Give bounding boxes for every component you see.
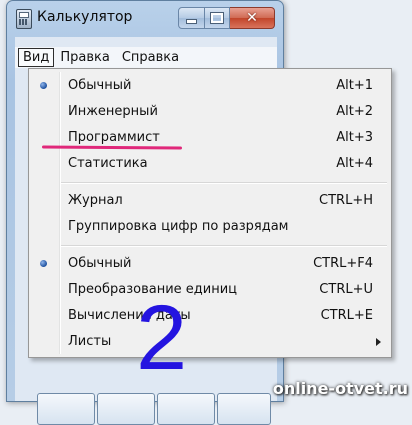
- menu-item-history[interactable]: Журнал CTRL+H: [31, 189, 389, 213]
- menu-view[interactable]: Вид: [18, 48, 55, 67]
- window-controls: ✕: [178, 7, 275, 29]
- calculator-app-icon[interactable]: [16, 9, 32, 29]
- calculator-key[interactable]: [97, 393, 155, 425]
- menu-item-label: Инженерный: [68, 104, 158, 119]
- menu-help[interactable]: Справка: [116, 48, 185, 67]
- minimize-icon: [186, 18, 197, 24]
- menu-item-label: Листы: [68, 334, 112, 349]
- window-title: Калькулятор: [37, 9, 133, 25]
- menu-item-label: Журнал: [68, 193, 123, 208]
- menu-item-shortcut: Alt+3: [336, 130, 373, 145]
- menu-item-label: Обычный: [68, 256, 132, 271]
- minimize-button[interactable]: [178, 7, 205, 29]
- menu-edit[interactable]: Правка: [54, 48, 115, 67]
- title-bar[interactable]: Калькулятор ✕: [7, 1, 283, 35]
- menu-item-label: Обычный: [68, 78, 132, 93]
- menu-item-statistics[interactable]: Статистика Alt+4: [31, 152, 389, 176]
- menu-separator: [61, 245, 387, 247]
- menu-item-shortcut: CTRL+U: [319, 282, 373, 297]
- menu-item-unit-conversion[interactable]: Преобразование единиц CTRL+U: [31, 278, 389, 302]
- menu-item-scientific[interactable]: Инженерный Alt+2: [31, 100, 389, 124]
- menu-item-label: Статистика: [68, 156, 148, 171]
- menu-item-shortcut: Alt+4: [336, 156, 373, 171]
- menu-bar: Вид Правка Справка: [15, 47, 277, 68]
- maximize-icon: [210, 12, 224, 24]
- menu-item-date-calculation[interactable]: Вычисление даты CTRL+E: [31, 304, 389, 328]
- menu-item-shortcut: CTRL+H: [319, 193, 373, 208]
- close-button[interactable]: ✕: [230, 7, 275, 29]
- menu-separator: [61, 182, 387, 184]
- menu-item-shortcut: Alt+1: [336, 78, 373, 93]
- radio-selected-icon: [40, 82, 47, 89]
- menu-item-standard[interactable]: Обычный Alt+1: [31, 74, 389, 98]
- submenu-arrow-icon: [376, 338, 381, 346]
- calculator-key[interactable]: [217, 393, 271, 425]
- calculator-key[interactable]: [157, 393, 215, 425]
- radio-selected-icon: [40, 260, 47, 267]
- menu-item-worksheets[interactable]: Листы: [31, 330, 389, 354]
- menu-item-shortcut: CTRL+F4: [313, 256, 373, 271]
- calculator-key[interactable]: [37, 393, 95, 425]
- menu-item-shortcut: CTRL+E: [320, 308, 373, 323]
- menu-item-label: Группировка цифр по разрядам: [68, 219, 289, 234]
- menu-item-label: Программист: [68, 130, 160, 145]
- annotation-number: 2: [136, 287, 188, 389]
- menu-item-digit-grouping[interactable]: Группировка цифр по разрядам: [31, 215, 389, 239]
- menu-item-basic[interactable]: Обычный CTRL+F4: [31, 252, 389, 276]
- close-icon: ✕: [246, 10, 258, 26]
- view-dropdown-menu: Обычный Alt+1 Инженерный Alt+2 Программи…: [28, 68, 392, 358]
- watermark: online-otvet.ru: [272, 379, 408, 398]
- menu-item-shortcut: Alt+2: [336, 104, 373, 119]
- maximize-button[interactable]: [205, 7, 230, 29]
